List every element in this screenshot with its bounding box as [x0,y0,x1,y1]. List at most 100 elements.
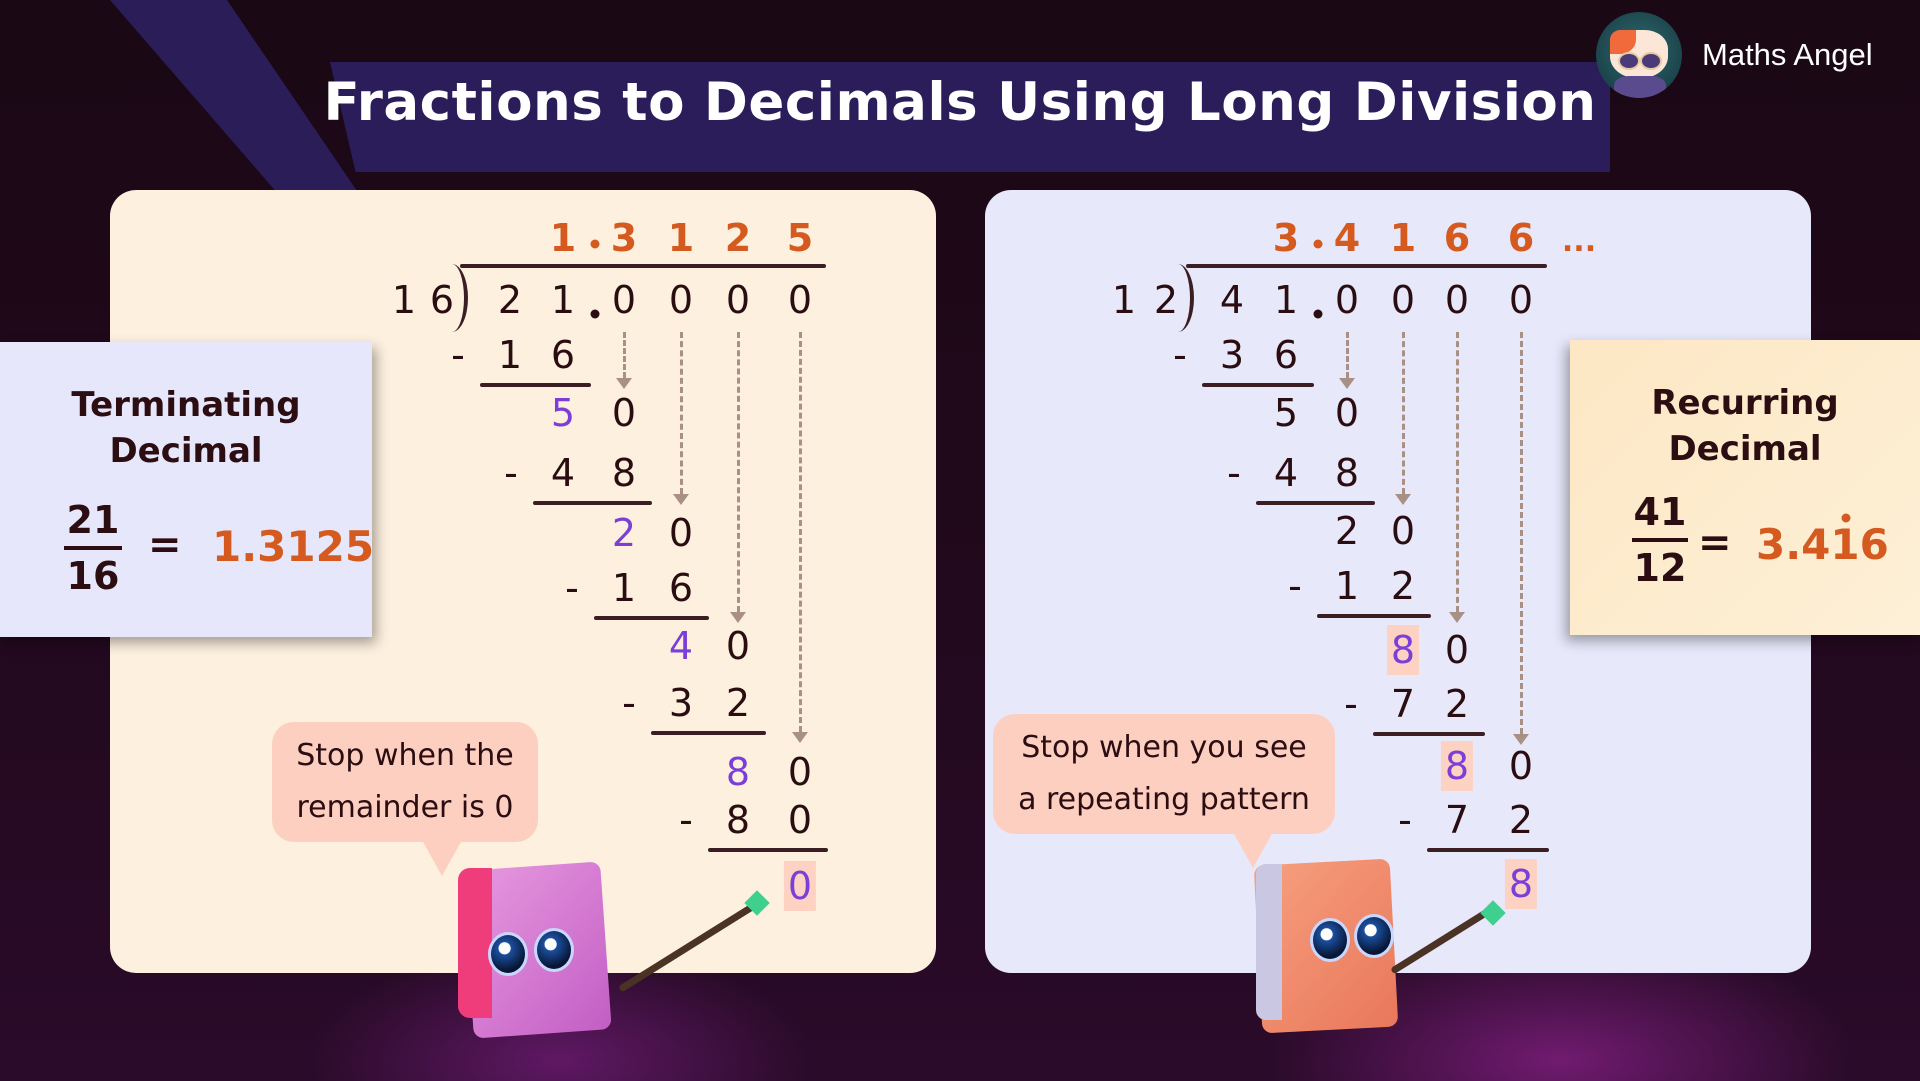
recurring-dot [1841,513,1851,523]
bring-down-line [680,332,683,494]
quotient-digit: 3 [610,216,638,260]
step-digit: 0 [725,624,751,668]
step-digit: 0 [668,511,694,555]
tip-line1: Stop when you see [1021,730,1307,765]
bring-down-arrow-icon [1395,494,1411,505]
step-digit: 0 [787,750,813,794]
tip-line2: remainder is 0 [296,790,514,825]
minus-sign: - [1227,451,1241,495]
result-value: 3.416 [1756,520,1889,569]
tip-line1: Stop when the [296,738,514,773]
step-digit: 7 [1444,798,1470,842]
dividend-digit: 0 [1334,278,1360,322]
divisor-digit: 6 [429,278,455,322]
step-digit: 1 [611,566,637,610]
note-title-line2: Decimal [109,431,263,471]
recurring-note: Recurring Decimal 41 12 = 3.416 [1570,340,1920,635]
dividend-digit: 0 [611,278,637,322]
bring-down-arrow-icon [616,378,632,389]
quotient-digit: 1 [1389,216,1417,260]
subtraction-line [1256,501,1375,505]
dividend-digit: 0 [1390,278,1416,322]
quotient-digit: 1 [667,216,695,260]
denominator: 16 [66,554,120,598]
subtraction-line [708,848,828,852]
subtraction-line [651,731,766,735]
quotient-digit: 3 [1272,216,1300,260]
subtraction-line [1202,383,1314,387]
remainder-digit: 4 [668,624,694,668]
step-digit: 2 [1508,798,1534,842]
minus-sign: - [622,681,636,725]
step-digit: 0 [1508,744,1534,788]
quotient-digit: 4 [1333,216,1361,260]
step-digit: 0 [787,798,813,842]
subtraction-line [594,616,709,620]
step-digit: 2 [1390,564,1416,608]
step-digit: 6 [668,566,694,610]
bring-down-arrow-icon [1449,612,1465,623]
fraction: 21 16 [64,498,122,598]
bring-down-arrow-icon [1339,378,1355,389]
tip-line2: a repeating pattern [1018,782,1310,817]
quotient-digit: 5 [786,216,814,260]
equals-sign: = [1698,520,1732,566]
brand[interactable]: Maths Angel [1596,12,1873,98]
remainder-digit: 8 [1504,859,1538,909]
divisor-digit: 1 [1111,278,1137,322]
minus-sign: - [679,798,693,842]
bring-down-line [737,332,740,612]
note-title-line1: Recurring [1651,383,1839,423]
brand-name: Maths Angel [1702,37,1873,72]
step-digit: 3 [1219,333,1245,377]
bring-down-arrow-icon [1513,734,1529,745]
subtraction-line [480,383,591,387]
tip-bubble-recurring: Stop when you see a repeating pattern [993,714,1335,868]
subtraction-line [1317,614,1431,618]
minus-sign: - [565,566,579,610]
step-digit: 6 [1273,333,1299,377]
remainder-digit: 2 [1334,509,1360,553]
divisor-digit: 2 [1153,278,1179,322]
tip-bubble-terminating: Stop when the remainder is 0 [272,722,538,876]
bring-down-line [1402,332,1405,494]
dividend-digit: 0 [1508,278,1534,322]
remainder-digit: 2 [611,511,637,555]
remainder-digit: 5 [1273,391,1299,435]
step-digit: 1 [1334,564,1360,608]
step-digit: 3 [668,681,694,725]
step-digit: 0 [1334,391,1360,435]
quotient-decimal-point [1313,239,1323,249]
numerator: 21 [66,498,120,542]
fraction: 41 12 [1632,490,1688,590]
remainder-digit: 0 [783,861,817,911]
note-title-line1: Terminating [71,385,301,425]
cat-mascot-logo-icon [1596,12,1682,98]
dividend-digit: 1 [550,278,576,322]
bring-down-line [799,332,802,732]
quotient-digit: 6 [1443,216,1471,260]
result-value: 1.3125 [212,522,375,571]
equals-sign: = [148,522,182,568]
step-digit: 0 [611,391,637,435]
note-title: Terminating Decimal [0,382,372,474]
bring-down-line [1520,332,1523,734]
remainder-digit: 8 [1386,625,1420,675]
minus-sign: - [1398,798,1412,842]
bring-down-arrow-icon [730,612,746,623]
step-digit: 6 [550,333,576,377]
dividend-digit: 0 [725,278,751,322]
dividend-digit: 2 [497,278,523,322]
minus-sign: - [1173,333,1187,377]
denominator: 12 [1633,546,1687,590]
fraction-bar [1632,538,1688,542]
bring-down-arrow-icon [792,732,808,743]
step-digit: 0 [1390,509,1416,553]
step-digit: 2 [1444,682,1470,726]
step-digit: 0 [1444,628,1470,672]
quotient-digit: 6 [1507,216,1535,260]
step-digit: 8 [1334,451,1360,495]
quotient-ellipsis: ... [1561,224,1597,259]
step-digit: 2 [725,681,751,725]
quotient-digit: 1 [549,216,577,260]
